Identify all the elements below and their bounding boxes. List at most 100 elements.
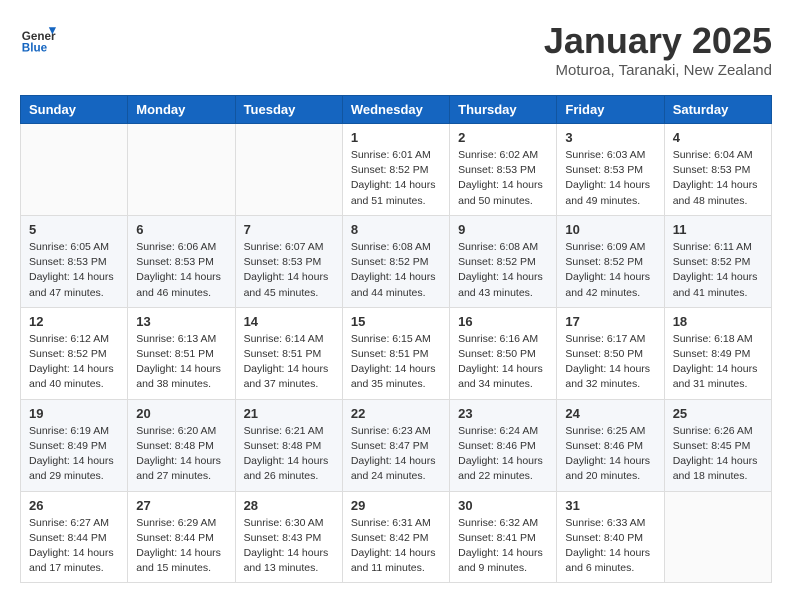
- cell-info: Sunrise: 6:31 AMSunset: 8:42 PMDaylight:…: [351, 516, 441, 577]
- calendar-cell: [235, 124, 342, 216]
- calendar-cell: 8Sunrise: 6:08 AMSunset: 8:52 PMDaylight…: [342, 215, 449, 307]
- calendar-cell: 5Sunrise: 6:05 AMSunset: 8:53 PMDaylight…: [21, 215, 128, 307]
- calendar-cell: 14Sunrise: 6:14 AMSunset: 8:51 PMDayligh…: [235, 307, 342, 399]
- calendar-cell: 19 Sunrise: 6:19 AMSunset: 8:49 PMDayligh…: [21, 399, 128, 491]
- calendar-cell: 4 Sunrise: 6:04 AMSunset: 8:53 PMDaylight…: [664, 124, 771, 216]
- calendar-cell: [128, 124, 235, 216]
- cell-info: Sunrise: 6:17 AMSunset: 8:50 PMDaylight:…: [565, 332, 655, 393]
- calendar-cell: 24Sunrise: 6:25 AMSunset: 8:46 PMDayligh…: [557, 399, 664, 491]
- cell-info: Sunrise: 6:33 AMSunset: 8:40 PMDaylight:…: [565, 516, 655, 577]
- cell-info: Sunrise: 6:05 AMSunset: 8:53 PMDaylight:…: [29, 240, 119, 301]
- cell-info: Sunrise: 6:04 AMSunset: 8:53 PMDaylight:…: [673, 148, 763, 209]
- calendar-cell: 13Sunrise: 6:13 AMSunset: 8:51 PMDayligh…: [128, 307, 235, 399]
- calendar-cell: 15Sunrise: 6:15 AMSunset: 8:51 PMDayligh…: [342, 307, 449, 399]
- cell-day-number: 4: [673, 130, 763, 145]
- cell-info: Sunrise: 6:27 AMSunset: 8:44 PMDaylight:…: [29, 516, 119, 577]
- calendar-cell: 18 Sunrise: 6:18 AMSunset: 8:49 PMDayligh…: [664, 307, 771, 399]
- page-header: General Blue January 2025 Moturoa, Taran…: [20, 20, 772, 79]
- cell-day-number: 23: [458, 406, 548, 421]
- cell-day-number: 10: [565, 222, 655, 237]
- cell-day-number: 1: [351, 130, 441, 145]
- calendar-cell: [664, 491, 771, 583]
- cell-info: Sunrise: 6:11 AMSunset: 8:52 PMDaylight:…: [673, 240, 763, 301]
- cell-info: Sunrise: 6:29 AMSunset: 8:44 PMDaylight:…: [136, 516, 226, 577]
- cell-info: Sunrise: 6:30 AMSunset: 8:43 PMDaylight:…: [244, 516, 334, 577]
- cell-info: Sunrise: 6:02 AMSunset: 8:53 PMDaylight:…: [458, 148, 548, 209]
- calendar-cell: 17 Sunrise: 6:17 AMSunset: 8:50 PMDayligh…: [557, 307, 664, 399]
- logo: General Blue: [20, 20, 56, 56]
- calendar-cell: 29Sunrise: 6:31 AMSunset: 8:42 PMDayligh…: [342, 491, 449, 583]
- calendar-cell: [21, 124, 128, 216]
- month-title: January 2025: [544, 20, 772, 62]
- cell-day-number: 30: [458, 498, 548, 513]
- cell-day-number: 28: [244, 498, 334, 513]
- calendar-body: 1 Sunrise: 6:01 AMSunset: 8:52 PMDaylight…: [21, 124, 772, 583]
- cell-day-number: 7: [244, 222, 334, 237]
- calendar-cell: 11 Sunrise: 6:11 AMSunset: 8:52 PMDayligh…: [664, 215, 771, 307]
- cell-day-number: 6: [136, 222, 226, 237]
- day-header-saturday: Saturday: [664, 96, 771, 124]
- calendar-cell: 9 Sunrise: 6:08 AMSunset: 8:52 PMDaylight…: [450, 215, 557, 307]
- week-row-3: 12Sunrise: 6:12 AMSunset: 8:52 PMDayligh…: [21, 307, 772, 399]
- cell-info: Sunrise: 6:08 AMSunset: 8:52 PMDaylight:…: [458, 240, 548, 301]
- week-row-4: 19 Sunrise: 6:19 AMSunset: 8:49 PMDayligh…: [21, 399, 772, 491]
- calendar-cell: 27 Sunrise: 6:29 AMSunset: 8:44 PMDayligh…: [128, 491, 235, 583]
- cell-day-number: 15: [351, 314, 441, 329]
- cell-info: Sunrise: 6:01 AMSunset: 8:52 PMDaylight:…: [351, 148, 441, 209]
- calendar-cell: 28 Sunrise: 6:30 AMSunset: 8:43 PMDayligh…: [235, 491, 342, 583]
- cell-info: Sunrise: 6:25 AMSunset: 8:46 PMDaylight:…: [565, 424, 655, 485]
- day-header-friday: Friday: [557, 96, 664, 124]
- cell-day-number: 19: [29, 406, 119, 421]
- cell-info: Sunrise: 6:20 AMSunset: 8:48 PMDaylight:…: [136, 424, 226, 485]
- calendar-cell: 10Sunrise: 6:09 AMSunset: 8:52 PMDayligh…: [557, 215, 664, 307]
- cell-day-number: 11: [673, 222, 763, 237]
- cell-info: Sunrise: 6:24 AMSunset: 8:46 PMDaylight:…: [458, 424, 548, 485]
- calendar-cell: 16Sunrise: 6:16 AMSunset: 8:50 PMDayligh…: [450, 307, 557, 399]
- cell-info: Sunrise: 6:06 AMSunset: 8:53 PMDaylight:…: [136, 240, 226, 301]
- day-header-monday: Monday: [128, 96, 235, 124]
- cell-info: Sunrise: 6:12 AMSunset: 8:52 PMDaylight:…: [29, 332, 119, 393]
- calendar-cell: 20 Sunrise: 6:20 AMSunset: 8:48 PMDayligh…: [128, 399, 235, 491]
- cell-day-number: 13: [136, 314, 226, 329]
- week-row-1: 1 Sunrise: 6:01 AMSunset: 8:52 PMDaylight…: [21, 124, 772, 216]
- day-header-tuesday: Tuesday: [235, 96, 342, 124]
- cell-day-number: 18: [673, 314, 763, 329]
- calendar-cell: 30 Sunrise: 6:32 AMSunset: 8:41 PMDayligh…: [450, 491, 557, 583]
- cell-day-number: 26: [29, 498, 119, 513]
- location: Moturoa, Taranaki, New Zealand: [544, 62, 772, 79]
- calendar-table: SundayMondayTuesdayWednesdayThursdayFrid…: [20, 95, 772, 583]
- header-row: SundayMondayTuesdayWednesdayThursdayFrid…: [21, 96, 772, 124]
- calendar-cell: 22 Sunrise: 6:23 AMSunset: 8:47 PMDayligh…: [342, 399, 449, 491]
- cell-day-number: 2: [458, 130, 548, 145]
- cell-day-number: 22: [351, 406, 441, 421]
- cell-info: Sunrise: 6:26 AMSunset: 8:45 PMDaylight:…: [673, 424, 763, 485]
- day-header-thursday: Thursday: [450, 96, 557, 124]
- cell-day-number: 31: [565, 498, 655, 513]
- cell-day-number: 20: [136, 406, 226, 421]
- cell-info: Sunrise: 6:21 AMSunset: 8:48 PMDaylight:…: [244, 424, 334, 485]
- day-header-wednesday: Wednesday: [342, 96, 449, 124]
- calendar-cell: 25Sunrise: 6:26 AMSunset: 8:45 PMDayligh…: [664, 399, 771, 491]
- calendar-cell: 26 Sunrise: 6:27 AMSunset: 8:44 PMDayligh…: [21, 491, 128, 583]
- cell-info: Sunrise: 6:19 AMSunset: 8:49 PMDaylight:…: [29, 424, 119, 485]
- calendar-cell: 2 Sunrise: 6:02 AMSunset: 8:53 PMDaylight…: [450, 124, 557, 216]
- cell-info: Sunrise: 6:32 AMSunset: 8:41 PMDaylight:…: [458, 516, 548, 577]
- cell-info: Sunrise: 6:16 AMSunset: 8:50 PMDaylight:…: [458, 332, 548, 393]
- calendar-cell: 1 Sunrise: 6:01 AMSunset: 8:52 PMDaylight…: [342, 124, 449, 216]
- title-block: January 2025 Moturoa, Taranaki, New Zeal…: [544, 20, 772, 79]
- week-row-2: 5Sunrise: 6:05 AMSunset: 8:53 PMDaylight…: [21, 215, 772, 307]
- cell-info: Sunrise: 6:07 AMSunset: 8:53 PMDaylight:…: [244, 240, 334, 301]
- calendar-cell: 7 Sunrise: 6:07 AMSunset: 8:53 PMDaylight…: [235, 215, 342, 307]
- cell-day-number: 3: [565, 130, 655, 145]
- cell-day-number: 27: [136, 498, 226, 513]
- cell-info: Sunrise: 6:23 AMSunset: 8:47 PMDaylight:…: [351, 424, 441, 485]
- cell-day-number: 9: [458, 222, 548, 237]
- calendar-cell: 6 Sunrise: 6:06 AMSunset: 8:53 PMDaylight…: [128, 215, 235, 307]
- cell-info: Sunrise: 6:18 AMSunset: 8:49 PMDaylight:…: [673, 332, 763, 393]
- week-row-5: 26 Sunrise: 6:27 AMSunset: 8:44 PMDayligh…: [21, 491, 772, 583]
- cell-info: Sunrise: 6:03 AMSunset: 8:53 PMDaylight:…: [565, 148, 655, 209]
- cell-info: Sunrise: 6:08 AMSunset: 8:52 PMDaylight:…: [351, 240, 441, 301]
- calendar-cell: 23 Sunrise: 6:24 AMSunset: 8:46 PMDayligh…: [450, 399, 557, 491]
- cell-day-number: 17: [565, 314, 655, 329]
- logo-icon: General Blue: [20, 20, 56, 56]
